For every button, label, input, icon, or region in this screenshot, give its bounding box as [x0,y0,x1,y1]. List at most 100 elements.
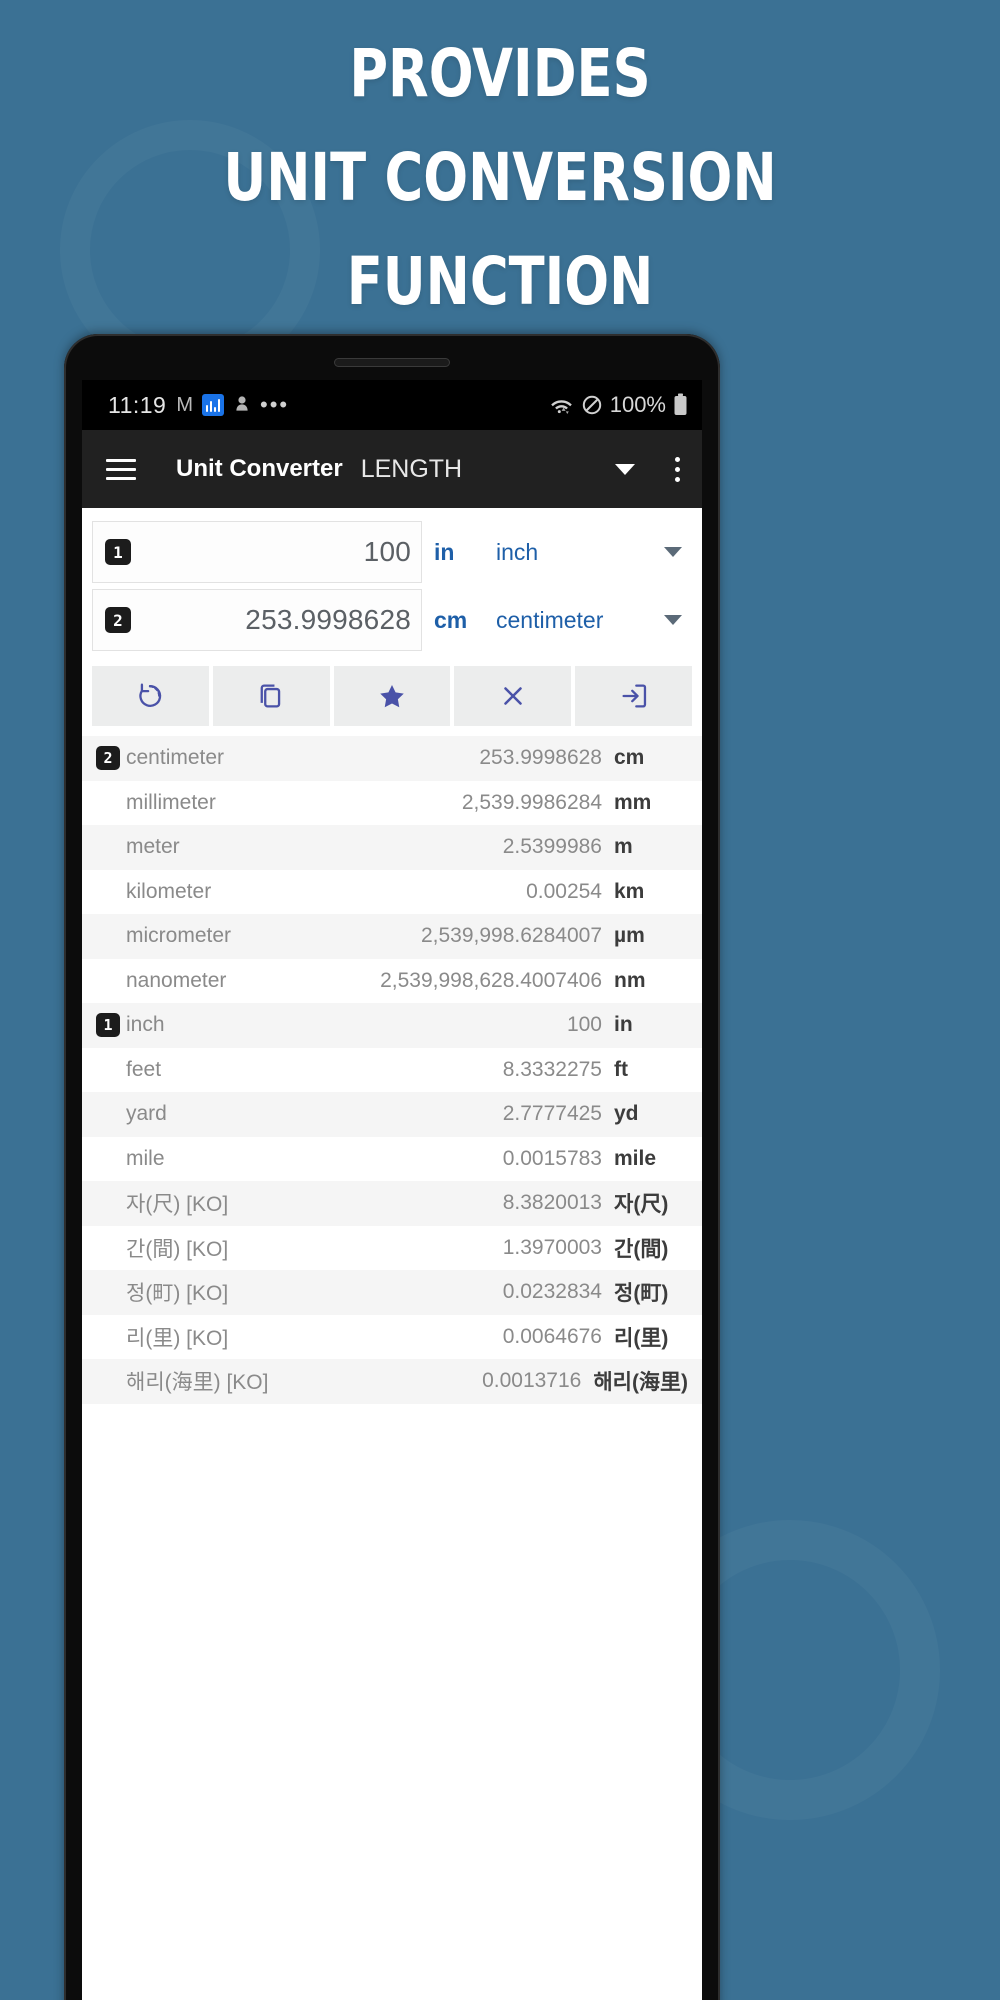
result-badge-slot: 2 [96,746,126,771]
result-value: 100 [566,1013,602,1037]
result-unit-name: 간(間) [KO] [126,1237,229,1261]
result-value: 0.00254 [526,879,602,903]
result-unit-name: millimeter [126,790,216,814]
result-unit-symbol: 해리(海里) [593,1371,688,1395]
result-unit-name: meter [126,835,180,859]
result-unit-name: feet [126,1057,162,1081]
result-unit-symbol: ft [614,1057,628,1081]
converter-inputs: 1 100 in inch 2 253.9998628 cm centimete… [82,508,702,654]
unit-dropdown-icon[interactable] [664,615,682,625]
battery-full-icon [673,393,688,417]
result-unit-name: nanometer [126,968,227,992]
category-label[interactable]: LENGTH [361,455,462,484]
clear-button[interactable] [454,666,572,726]
input-symbol: cm [434,606,468,633]
result-value: 8.3820013 [502,1191,602,1215]
result-unit-symbol: 정(町) [614,1282,669,1306]
person-icon [234,395,250,415]
result-row[interactable]: 간(間) [KO] 1.3970003 간(間) [82,1226,702,1271]
result-row[interactable]: 리(里) [KO] 0.0064676 리(里) [82,1315,702,1360]
result-unit-symbol: in [614,1013,633,1037]
result-row[interactable]: micrometer 2,539,998.6284007 µm [82,914,702,959]
unit-selector-1[interactable]: inch [482,539,664,566]
result-unit-name: yard [126,1102,167,1126]
result-badge-slot: 1 [96,1013,126,1038]
status-bar-left: 11:19 M ••• [108,392,289,419]
results-list: 2 centimeter 253.9998628 cm millimeter 2,539.… [82,736,702,1404]
result-row[interactable]: millimeter 2,539.9986284 mm [82,781,702,826]
result-unit-symbol: mm [614,790,652,814]
result-value: 0.0232834 [502,1280,602,1304]
chart-icon [202,394,225,416]
input-button[interactable] [575,666,692,726]
result-unit-name: mile [126,1146,165,1170]
input-row: 1 100 in inch [92,518,692,586]
input-value: 253.9998628 [245,604,411,635]
result-value: 2,539,998,628.4007406 [380,968,602,992]
result-value: 0.0013716 [482,1369,582,1393]
input-value: 100 [363,536,411,567]
speaker-grille [334,358,450,367]
unit-dropdown-icon[interactable] [664,547,682,557]
result-row[interactable]: feet 8.3332275 ft [82,1048,702,1093]
result-unit-symbol: km [614,879,645,903]
result-row[interactable]: kilometer 0.00254 km [82,870,702,915]
promo-headline: PROVIDES UNIT CONVERSION FUNCTION [223,35,777,320]
result-value: 2.7777425 [502,1102,602,1126]
result-value: 2.5399986 [502,835,602,859]
result-unit-name: micrometer [126,924,232,948]
result-row[interactable]: meter 2.5399986 m [82,825,702,870]
kebab-menu-icon[interactable] [675,456,680,482]
result-value: 1.3970003 [502,1235,602,1259]
do-not-disturb-icon [581,394,603,416]
input-row: 2 253.9998628 cm centimeter [92,586,692,654]
result-value: 0.0064676 [502,1324,602,1348]
status-time: 11:19 [108,391,167,418]
unit-selector-2[interactable]: centimeter [482,607,664,634]
result-unit-symbol: m [614,835,633,859]
result-unit-name: kilometer [126,879,212,903]
wifi-icon [549,395,574,415]
result-unit-symbol: nm [614,968,646,992]
result-unit-name: 정(町) [KO] [126,1282,229,1306]
result-unit-symbol: 자(尺) [614,1193,669,1217]
input-symbol: in [434,538,455,565]
result-unit-name: 리(里) [KO] [126,1326,229,1350]
index-badge: 1 [105,539,131,565]
result-unit-symbol: 간(間) [614,1237,669,1261]
phone-screen: 11:19 M ••• 100% Unit Converter LENGTH 1… [82,380,702,2000]
value-input-2[interactable]: 2 253.9998628 [92,589,422,651]
result-row[interactable]: 1 inch 100 in [82,1003,702,1048]
result-row[interactable]: 자(尺) [KO] 8.3820013 자(尺) [82,1181,702,1226]
result-row[interactable]: 2 centimeter 253.9998628 cm [82,736,702,781]
copy-button[interactable] [212,666,330,726]
result-row[interactable]: 해리(海里) [KO] 0.0013716 해리(海里) [82,1359,702,1404]
result-unit-symbol: yd [614,1102,639,1126]
refresh-button[interactable] [92,666,209,726]
phone-frame: 11:19 M ••• 100% Unit Converter LENGTH 1… [64,334,720,2000]
status-overflow-icon: ••• [260,392,290,417]
status-bar: 11:19 M ••• 100% [82,380,702,430]
result-unit-symbol: cm [614,746,645,770]
result-unit-name: centimeter [126,746,225,770]
chevron-down-icon[interactable] [615,463,635,475]
result-row[interactable]: nanometer 2,539,998,628.4007406 nm [82,959,702,1004]
value-input-1[interactable]: 1 100 [92,521,422,583]
result-unit-name: 해리(海里) [KO] [126,1371,269,1395]
result-row[interactable]: mile 0.0015783 mile [82,1137,702,1182]
index-badge: 2 [96,746,120,771]
result-unit-symbol: 리(里) [614,1326,669,1350]
result-value: 2,539,998.6284007 [420,924,602,948]
result-row[interactable]: yard 2.7777425 yd [82,1092,702,1137]
result-value: 2,539.9986284 [461,790,602,814]
index-badge: 1 [96,1013,120,1038]
result-unit-symbol: mile [614,1146,657,1170]
action-bar [82,654,702,736]
favorite-button[interactable] [333,666,451,726]
index-badge: 2 [105,607,131,633]
result-unit-symbol: µm [614,924,645,948]
app-bar: Unit Converter LENGTH [82,430,702,508]
hamburger-menu-icon[interactable] [106,458,136,480]
result-value: 8.3332275 [502,1057,602,1081]
result-row[interactable]: 정(町) [KO] 0.0232834 정(町) [82,1270,702,1315]
